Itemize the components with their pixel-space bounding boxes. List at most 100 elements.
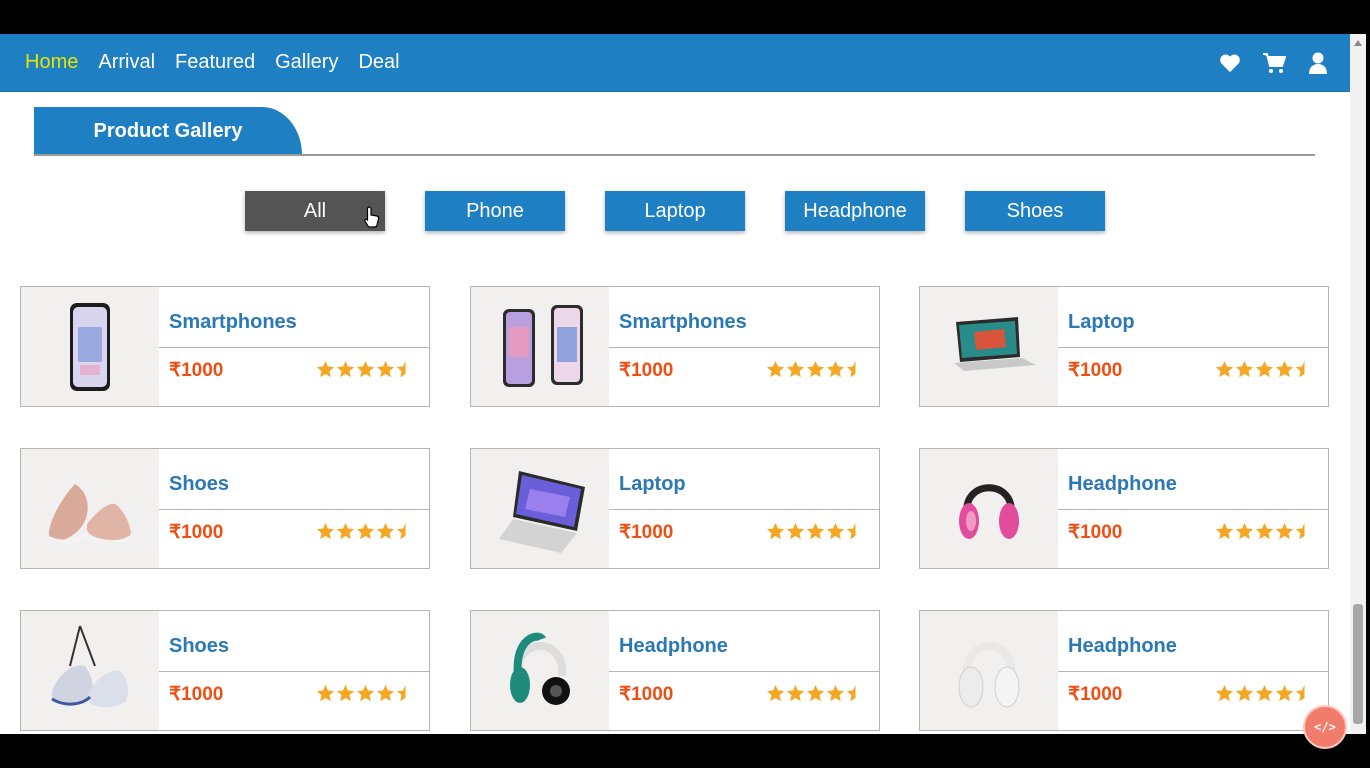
divider [34, 154, 1315, 156]
product-title: Shoes [169, 473, 230, 495]
product-gallery-tab: Product Gallery [34, 107, 302, 155]
product-card[interactable]: Laptop ₹1000 [470, 448, 880, 569]
rating-stars [1214, 684, 1314, 703]
rating-stars [765, 684, 865, 703]
card-body: Headphone ₹1000 [1058, 449, 1328, 568]
shoes-image [21, 449, 159, 568]
card-body: Headphone ₹1000 [609, 611, 879, 730]
star-icon [396, 522, 406, 540]
card-divider [609, 509, 879, 510]
star-icon [846, 522, 856, 540]
hand-cursor-icon [364, 206, 380, 228]
white-headphone-image [920, 611, 1058, 730]
product-title: Laptop [1068, 311, 1135, 333]
filter-headphone-button[interactable]: Headphone [785, 191, 925, 231]
filter-shoes-button[interactable]: Shoes [965, 191, 1105, 231]
card-body: Shoes ₹1000 [159, 449, 429, 568]
scrollbar-thumb[interactable] [1353, 604, 1363, 724]
product-card[interactable]: Shoes ₹1000 [20, 610, 430, 731]
product-card[interactable]: Shoes ₹1000 [20, 448, 430, 569]
nav-deal[interactable]: Deal [358, 51, 399, 74]
product-card[interactable]: Smartphones ₹1000 [470, 286, 880, 407]
star-icon [846, 684, 856, 702]
heart-icon[interactable] [1218, 51, 1242, 75]
star-icon [1275, 522, 1294, 540]
star-icon [1295, 684, 1305, 702]
phones-image [471, 287, 609, 406]
star-icon [396, 684, 406, 702]
product-price: ₹1000 [1068, 684, 1123, 705]
scrollbar[interactable] [1350, 34, 1366, 734]
star-icon [806, 684, 825, 702]
product-card[interactable]: Headphone ₹1000 [919, 448, 1329, 569]
star-icon [1275, 684, 1294, 702]
card-body: Smartphones ₹1000 [159, 287, 429, 406]
card-divider [159, 509, 429, 510]
nav-links: Home Arrival Featured Gallery Deal [25, 34, 420, 91]
navbar: Home Arrival Featured Gallery Deal [0, 34, 1350, 92]
card-body: Headphone ₹1000 [1058, 611, 1328, 730]
scroll-up-icon[interactable] [1354, 40, 1362, 46]
card-divider [609, 671, 879, 672]
product-card[interactable]: Smartphones ₹1000 [20, 286, 430, 407]
cart-icon[interactable] [1262, 51, 1286, 75]
green-headphone-image [471, 611, 609, 730]
nav-featured[interactable]: Featured [175, 51, 255, 74]
product-card[interactable]: Laptop ₹1000 [919, 286, 1329, 407]
nav-home[interactable]: Home [25, 51, 78, 74]
product-title: Smartphones [169, 311, 297, 333]
card-divider [1058, 347, 1328, 348]
star-icon [1275, 360, 1294, 378]
star-icon [1215, 684, 1234, 702]
card-body: Shoes ₹1000 [159, 611, 429, 730]
filter-bar: All Phone Laptop Headphone Shoes [0, 191, 1350, 231]
star-icon [356, 522, 375, 540]
phone-image [21, 287, 159, 406]
star-icon [316, 522, 335, 540]
sneakers-image [21, 611, 159, 730]
product-card[interactable]: Headphone ₹1000 [470, 610, 880, 731]
star-icon [786, 684, 805, 702]
nav-gallery[interactable]: Gallery [275, 51, 338, 74]
star-icon [1255, 522, 1274, 540]
card-divider [1058, 509, 1328, 510]
code-badge[interactable]: </> [1303, 705, 1347, 749]
product-price: ₹1000 [619, 360, 674, 381]
star-icon [336, 522, 355, 540]
card-divider [609, 347, 879, 348]
nav-arrival[interactable]: Arrival [98, 51, 155, 74]
filter-phone-button[interactable]: Phone [425, 191, 565, 231]
product-card[interactable]: Headphone ₹1000 [919, 610, 1329, 731]
rating-stars [1214, 360, 1314, 379]
star-icon [396, 360, 406, 378]
laptop-open-image [471, 449, 609, 568]
product-price: ₹1000 [169, 684, 224, 705]
card-body: Laptop ₹1000 [609, 449, 879, 568]
card-divider [159, 347, 429, 348]
card-body: Smartphones ₹1000 [609, 287, 879, 406]
star-icon [376, 360, 395, 378]
user-icon[interactable] [1306, 51, 1330, 75]
star-icon [336, 684, 355, 702]
rating-stars [315, 522, 415, 541]
product-price: ₹1000 [1068, 360, 1123, 381]
star-icon [826, 360, 845, 378]
product-price: ₹1000 [619, 522, 674, 543]
star-icon [376, 522, 395, 540]
product-price: ₹1000 [169, 360, 224, 381]
star-icon [376, 684, 395, 702]
filter-laptop-button[interactable]: Laptop [605, 191, 745, 231]
star-icon [766, 522, 785, 540]
card-body: Laptop ₹1000 [1058, 287, 1328, 406]
star-icon [1235, 360, 1254, 378]
product-title: Headphone [619, 635, 728, 657]
star-icon [1255, 360, 1274, 378]
star-icon [1255, 684, 1274, 702]
product-title: Laptop [619, 473, 686, 495]
star-icon [1235, 684, 1254, 702]
star-icon [766, 360, 785, 378]
star-icon [316, 684, 335, 702]
product-title: Headphone [1068, 473, 1177, 495]
rating-stars [1214, 522, 1314, 541]
star-icon [1215, 360, 1234, 378]
